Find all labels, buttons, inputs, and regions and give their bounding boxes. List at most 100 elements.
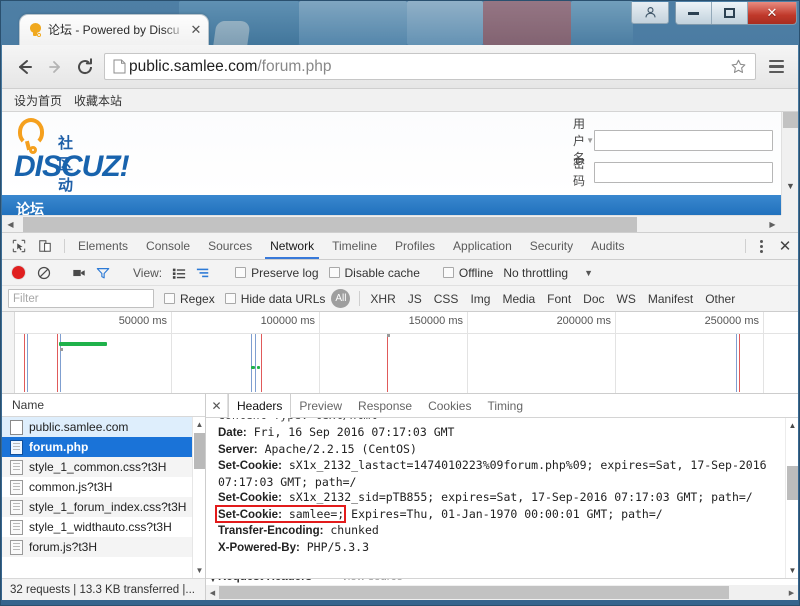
password-row: 密码 bbox=[573, 157, 773, 188]
requests-column-header[interactable]: Name bbox=[2, 394, 205, 417]
filter-type-other[interactable]: Other bbox=[700, 292, 740, 306]
browser-tab[interactable]: 论坛 - Powered by Discu ✕ bbox=[19, 14, 209, 45]
request-headers-section[interactable]: ▼ Request Headers view source ◀ ▶ bbox=[206, 578, 798, 600]
detail-scroll-up-arrow[interactable]: ▲ bbox=[786, 419, 798, 432]
detail-tab-timing[interactable]: Timing bbox=[479, 394, 531, 417]
filter-type-manifest[interactable]: Manifest bbox=[643, 292, 698, 306]
bookmark-item-0[interactable]: 设为首页 bbox=[14, 92, 62, 109]
filter-type-media[interactable]: Media bbox=[497, 292, 540, 306]
regex-checkbox[interactable]: Regex bbox=[164, 292, 215, 306]
filter-input[interactable] bbox=[8, 289, 154, 308]
bookmark-item-1[interactable]: 收藏本站 bbox=[74, 92, 122, 109]
page-hscroll-thumb[interactable] bbox=[23, 216, 637, 232]
disable-cache-checkbox[interactable]: Disable cache bbox=[328, 266, 420, 280]
forward-button[interactable] bbox=[40, 52, 70, 82]
detail-hscroll-right-arrow[interactable]: ▶ bbox=[785, 589, 798, 597]
filter-type-all[interactable]: All bbox=[331, 289, 351, 308]
filter-type-css[interactable]: CSS bbox=[429, 292, 464, 306]
detail-tab-response[interactable]: Response bbox=[350, 394, 420, 417]
devtools-tab-audits[interactable]: Audits bbox=[582, 233, 633, 259]
page-vscroll-down-arrow[interactable]: ▼ bbox=[782, 181, 798, 191]
clear-button[interactable] bbox=[33, 263, 55, 283]
detail-close-button[interactable]: ✕ bbox=[206, 394, 228, 417]
preserve-log-checkbox[interactable]: Preserve log bbox=[235, 266, 319, 280]
detail-scrollbar[interactable]: ▲ ▼ bbox=[785, 418, 798, 578]
page-hscroll-right-arrow[interactable]: ▶ bbox=[764, 220, 781, 229]
expand-triangle-icon[interactable]: ▼ bbox=[209, 579, 217, 584]
requests-list[interactable]: public.samlee.com forum.php style_1_comm… bbox=[2, 417, 205, 578]
response-headers-body[interactable]: Content-Type: text/html Date: Fri, 16 Se… bbox=[206, 418, 798, 578]
nav-item-forum[interactable]: 论坛 bbox=[16, 199, 44, 215]
detail-tab-headers[interactable]: Headers bbox=[228, 394, 292, 418]
throttling-value[interactable]: No throttling bbox=[503, 266, 568, 280]
list-view-button[interactable] bbox=[168, 263, 190, 283]
table-row[interactable]: public.samlee.com bbox=[2, 417, 205, 437]
hide-data-urls-checkbox[interactable]: Hide data URLs bbox=[224, 292, 325, 306]
devtools-tab-profiles[interactable]: Profiles bbox=[386, 233, 444, 259]
back-button[interactable] bbox=[10, 52, 40, 82]
table-row[interactable]: style_1_forum_index.css?t3H bbox=[2, 497, 205, 517]
user-profile-button[interactable] bbox=[631, 2, 669, 24]
devtools-more-options-button[interactable] bbox=[750, 233, 772, 259]
password-input[interactable] bbox=[594, 161, 773, 183]
filter-type-font[interactable]: Font bbox=[542, 292, 576, 306]
detail-tab-cookies[interactable]: Cookies bbox=[420, 394, 479, 417]
detail-hscroll-thumb[interactable] bbox=[219, 586, 729, 599]
filter-type-doc[interactable]: Doc bbox=[578, 292, 609, 306]
devtools-tab-console[interactable]: Console bbox=[137, 233, 199, 259]
requests-scroll-down-arrow[interactable]: ▼ bbox=[193, 564, 205, 577]
filter-type-xhr[interactable]: XHR bbox=[365, 292, 400, 306]
requests-scroll-up-arrow[interactable]: ▲ bbox=[193, 418, 205, 431]
minimize-button[interactable] bbox=[676, 2, 712, 24]
devtools-tab-sources[interactable]: Sources bbox=[199, 233, 261, 259]
throttling-dropdown-icon[interactable]: ▼ bbox=[584, 268, 593, 278]
view-source-link[interactable]: view source bbox=[342, 579, 403, 583]
requests-scroll-thumb[interactable] bbox=[194, 433, 205, 469]
offline-checkbox[interactable]: Offline bbox=[442, 266, 493, 280]
waterfall-view-button[interactable] bbox=[192, 263, 214, 283]
address-bar[interactable]: public.samlee.com/forum.php bbox=[104, 53, 756, 80]
filter-type-img[interactable]: Img bbox=[465, 292, 495, 306]
devtools-tab-timeline[interactable]: Timeline bbox=[323, 233, 386, 259]
devtools-tab-elements[interactable]: Elements bbox=[69, 233, 137, 259]
reload-button[interactable] bbox=[70, 52, 100, 82]
inspect-element-button[interactable] bbox=[8, 235, 30, 257]
username-input[interactable] bbox=[594, 129, 773, 151]
device-toolbar-button[interactable] bbox=[34, 235, 56, 257]
discuz-navbar: 论坛 bbox=[2, 195, 781, 215]
detail-scroll-down-arrow[interactable]: ▼ bbox=[786, 564, 798, 577]
new-tab-button[interactable] bbox=[213, 21, 251, 45]
devtools-tab-application[interactable]: Application bbox=[444, 233, 521, 259]
filter-type-js[interactable]: JS bbox=[403, 292, 427, 306]
detail-hscroll-left-arrow[interactable]: ◀ bbox=[206, 589, 219, 597]
maximize-button[interactable] bbox=[712, 2, 748, 24]
filter-type-ws[interactable]: WS bbox=[612, 292, 641, 306]
close-window-button[interactable]: ✕ bbox=[748, 2, 796, 24]
page-horizontal-scrollbar[interactable]: ◀ ▶ bbox=[2, 215, 781, 232]
table-row[interactable]: forum.php bbox=[2, 437, 205, 457]
capture-screenshots-button[interactable] bbox=[68, 263, 90, 283]
filter-toggle-button[interactable] bbox=[92, 263, 114, 283]
chevron-down-icon[interactable]: ▼ bbox=[586, 136, 594, 145]
table-row[interactable]: common.js?t3H bbox=[2, 477, 205, 497]
page-vertical-scrollbar[interactable]: ▼ bbox=[781, 112, 798, 215]
page-hscroll-left-arrow[interactable]: ◀ bbox=[2, 220, 19, 229]
overview-timeline[interactable]: 50000 ms 100000 ms 150000 ms 200000 ms 2… bbox=[15, 312, 798, 393]
detail-horizontal-scrollbar[interactable]: ◀ ▶ bbox=[206, 585, 798, 600]
discuz-logo[interactable]: 社区动力 DISCUZ! bbox=[14, 116, 130, 215]
detail-scroll-thumb[interactable] bbox=[787, 466, 798, 500]
detail-tab-preview[interactable]: Preview bbox=[291, 394, 350, 417]
devtools-close-button[interactable]: ✕ bbox=[772, 233, 798, 259]
record-button[interactable] bbox=[12, 266, 25, 279]
requests-scrollbar[interactable]: ▲ ▼ bbox=[192, 417, 205, 578]
table-row[interactable]: style_1_widthauto.css?t3H bbox=[2, 517, 205, 537]
devtools-tab-network[interactable]: Network bbox=[261, 233, 323, 259]
bookmark-star-button[interactable] bbox=[725, 58, 751, 75]
page-vscroll-thumb[interactable] bbox=[783, 112, 798, 128]
detail-tab-bar: ✕ Headers Preview Response Cookies Timin… bbox=[206, 394, 798, 418]
devtools-tab-security[interactable]: Security bbox=[521, 233, 582, 259]
table-row[interactable]: forum.js?t3H bbox=[2, 537, 205, 557]
chrome-menu-button[interactable] bbox=[762, 53, 790, 81]
tab-close-icon[interactable]: ✕ bbox=[188, 22, 204, 38]
table-row[interactable]: style_1_common.css?t3H bbox=[2, 457, 205, 477]
